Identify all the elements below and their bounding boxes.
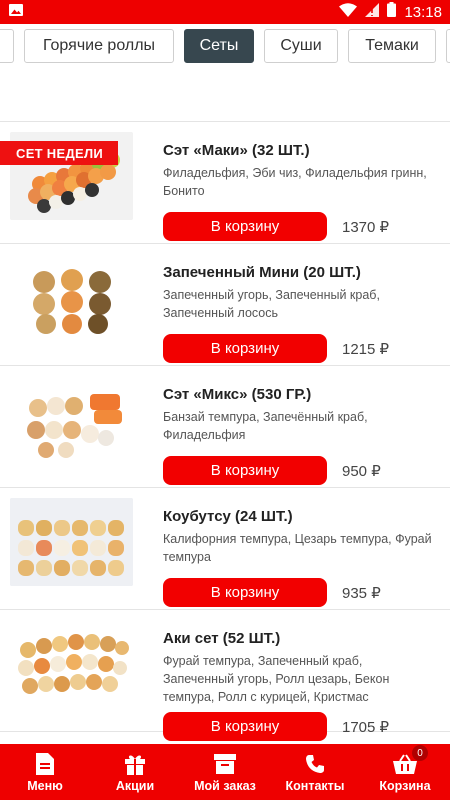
- nav-contacts[interactable]: Контакты: [270, 744, 360, 800]
- nav-label: Меню: [27, 779, 63, 793]
- battery-icon: [387, 2, 397, 22]
- product-price: 1370 ₽: [342, 219, 390, 236]
- wifi-icon: [339, 2, 358, 22]
- product-image[interactable]: [10, 620, 133, 708]
- tab-hot-rolls[interactable]: Горячие роллы: [24, 29, 174, 63]
- archive-icon: [214, 752, 236, 776]
- clock: 13:18: [404, 3, 442, 21]
- image-icon: [8, 2, 24, 23]
- product-name: Сэт «Микс» (530 ГР.): [163, 386, 312, 403]
- nav-label: Акции: [115, 779, 155, 793]
- product-name: Аки сет (52 ШТ.): [163, 630, 281, 647]
- tab-temaki[interactable]: Темаки: [348, 29, 436, 63]
- product-list: Сэт «Маки» (32 ШТ.) Филадельфия, Эби чиз…: [0, 122, 450, 741]
- add-to-cart-button[interactable]: В корзину: [163, 212, 327, 241]
- tab-previous[interactable]: [0, 29, 14, 63]
- product-price: 950 ₽: [342, 463, 381, 480]
- product-description: Филадельфия, Эби чиз, Филадельфия гринн,…: [163, 166, 427, 198]
- add-to-cart-button[interactable]: В корзину: [163, 334, 327, 363]
- set-of-week-badge: СЕТ НЕДЕЛИ: [0, 141, 118, 165]
- tab-sets[interactable]: Сеты: [184, 29, 254, 63]
- nav-menu[interactable]: Меню: [0, 744, 90, 800]
- product-price: 1215 ₽: [342, 341, 390, 358]
- product-item: Сэт «Микс» (530 ГР.) Банзай темпура, Зап…: [0, 366, 450, 488]
- product-item: Аки сет (52 ШТ.) Фурай темпура, Запеченн…: [0, 610, 450, 741]
- product-description: Фурай темпура, Запеченный краб, Запеченн…: [163, 654, 390, 704]
- nav-label: Контакты: [285, 779, 345, 793]
- tab-next[interactable]: [446, 29, 450, 63]
- nav-my-order[interactable]: Мой заказ: [180, 744, 270, 800]
- signal-icon: [365, 2, 380, 22]
- product-name: Сэт «Маки» (32 ШТ.): [163, 142, 310, 159]
- product-description: Банзай темпура, Запечённый краб, Филадел…: [163, 410, 368, 442]
- add-to-cart-button[interactable]: В корзину: [163, 456, 327, 485]
- tab-sushi[interactable]: Суши: [264, 29, 338, 63]
- product-price: 1705 ₽: [342, 719, 390, 736]
- product-name: Коубутсу (24 ШТ.): [163, 508, 293, 525]
- product-image[interactable]: [10, 498, 133, 586]
- phone-icon: [305, 752, 325, 776]
- product-item: Коубутсу (24 ШТ.) Калифорния темпура, Це…: [0, 488, 450, 610]
- nav-label: Мой заказ: [194, 779, 256, 793]
- nav-cart[interactable]: 0 Корзина: [360, 744, 450, 800]
- document-icon: [36, 752, 54, 776]
- nav-label: Корзина: [379, 779, 431, 793]
- status-bar: 13:18: [0, 0, 450, 24]
- product-image[interactable]: [10, 254, 133, 342]
- product-name: Запеченный Мини (20 ШТ.): [163, 264, 361, 281]
- product-description: Калифорния темпура, Цезарь темпура, Фура…: [163, 532, 432, 564]
- gift-icon: [124, 752, 146, 776]
- product-item: Запеченный Мини (20 ШТ.) Запеченный угор…: [0, 244, 450, 366]
- category-tabs: Горячие роллы Сеты Суши Темаки: [0, 24, 450, 68]
- nav-promotions[interactable]: Акции: [90, 744, 180, 800]
- product-description: Запеченный угорь, Запеченный краб, Запеч…: [163, 288, 380, 320]
- add-to-cart-button[interactable]: В корзину: [163, 578, 327, 607]
- product-image[interactable]: [10, 376, 133, 464]
- bottom-navigation: Меню Акции Мой заказ Контакты 0 Корзина: [0, 744, 450, 800]
- product-price: 935 ₽: [342, 585, 381, 602]
- add-to-cart-button[interactable]: В корзину: [163, 712, 327, 741]
- cart-count-badge: 0: [412, 745, 428, 761]
